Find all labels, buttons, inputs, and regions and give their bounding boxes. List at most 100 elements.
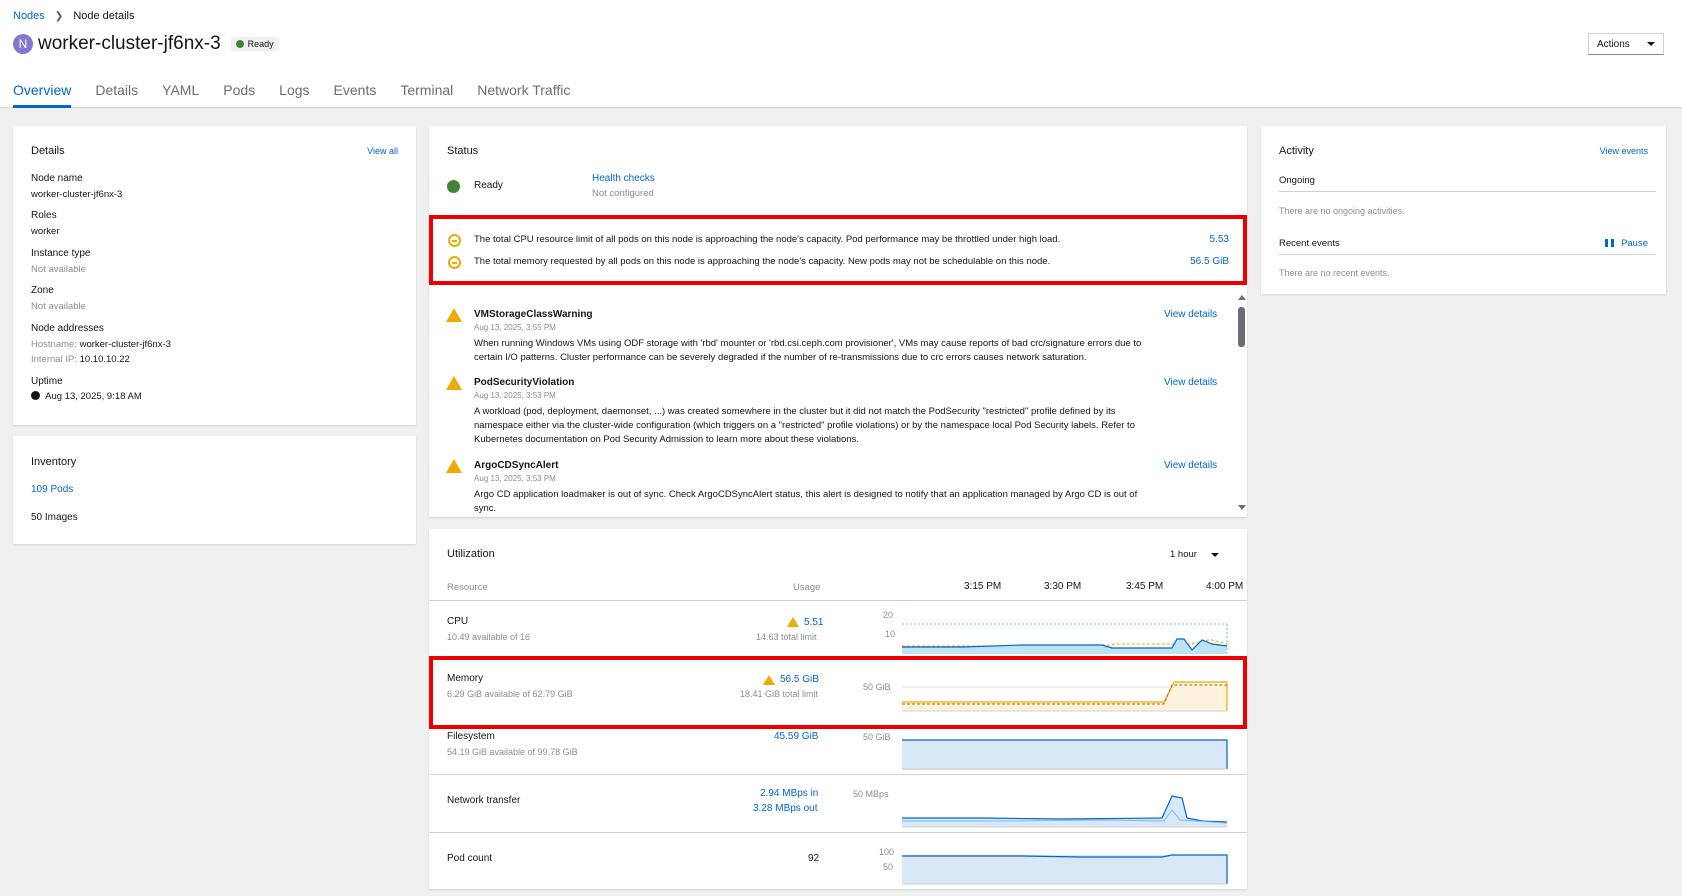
images-count: 50 Images [31, 512, 78, 523]
event-time: Aug 13, 2025, 3:53 PM [474, 391, 556, 400]
status-title: Status [447, 145, 479, 157]
ready-label: Ready [474, 180, 503, 191]
network-transfer-label: Network transfer [447, 795, 521, 806]
event-name: VMStorageClassWarning [474, 309, 593, 320]
tab-logs[interactable]: Logs [279, 82, 309, 107]
row-divider [429, 774, 1247, 775]
event-name: ArgoCDSyncAlert [474, 460, 559, 471]
memory-request-alert-value[interactable]: 56.5 GiB [1190, 256, 1229, 267]
health-checks-link[interactable]: Health checks [592, 173, 655, 184]
view-details-link[interactable]: View details [1164, 377, 1217, 388]
inventory-title: Inventory [31, 456, 77, 468]
ongoing-label: Ongoing [1279, 175, 1315, 186]
actions-label: Actions [1597, 38, 1630, 50]
cpu-total-limit: 14.63 total limit [756, 632, 817, 642]
tab-bar: Overview Details YAML Pods Logs Events T… [13, 82, 594, 108]
instance-type-label: Instance type [31, 248, 91, 259]
ongoing-divider [1279, 191, 1656, 192]
tab-pods[interactable]: Pods [223, 82, 255, 107]
pod-count-value: 92 [808, 853, 820, 864]
cpu-usage-value[interactable]: 5.51 [804, 617, 823, 628]
recent-divider [1279, 254, 1656, 255]
pause-button[interactable]: Pause [1605, 238, 1648, 249]
time-axis-label: 3:30 PM [1044, 581, 1082, 592]
warning-triangle-icon [446, 376, 462, 390]
view-all-link[interactable]: View all [367, 146, 398, 156]
caret-down-icon [1210, 552, 1219, 557]
tab-overview[interactable]: Overview [13, 82, 72, 108]
breadcrumb-nodes-link[interactable]: Nodes [13, 10, 45, 22]
filesystem-tick-label: 50 GiB [863, 732, 891, 742]
tab-details[interactable]: Details [95, 82, 138, 107]
pod-count-tick-label: 100 [879, 847, 895, 857]
alerts-event-list[interactable]: VMStorageClassWarning Aug 13, 2025, 3:55… [429, 292, 1247, 517]
cpu-limit-alert-text: The total CPU resource limit of all pods… [474, 234, 1061, 245]
resource-column-header: Resource [447, 582, 488, 593]
event-description: Argo CD application loadmaker is out of … [474, 489, 1138, 514]
details-card: Details View all Node name worker-cluste… [13, 126, 416, 425]
warning-triangle-icon [787, 617, 799, 627]
scroll-down-icon[interactable] [1238, 505, 1246, 510]
warning-circle-icon [448, 234, 461, 247]
network-tick-label: 50 MBps [853, 789, 889, 799]
memory-row-highlight [429, 656, 1247, 729]
breadcrumb-current: Node details [73, 10, 135, 22]
time-axis-label: 3:15 PM [964, 581, 1002, 592]
uptime-row: Aug 13, 2025, 9:18 AM [31, 391, 142, 402]
filesystem-sparkline [902, 739, 1228, 770]
utilization-title: Utilization [447, 548, 495, 560]
view-details-link[interactable]: View details [1164, 309, 1217, 320]
pods-link[interactable]: 109 Pods [31, 484, 73, 495]
cpu-tick-label: 10 [885, 629, 896, 639]
pause-icon [1605, 239, 1615, 247]
network-out-value[interactable]: 3.28 MBps out [753, 803, 817, 814]
warning-circle-icon [448, 256, 461, 269]
pod-count-tick-label: 50 [883, 862, 894, 872]
utilization-header-divider [429, 600, 1247, 601]
ready-check-icon [447, 180, 460, 193]
chevron-right-icon: ❯ [54, 11, 64, 22]
cpu-limit-alert-value[interactable]: 5.53 [1210, 234, 1229, 245]
uptime-label: Uptime [31, 376, 63, 387]
inventory-card: Inventory 109 Pods 50 Images [13, 436, 416, 544]
scroll-up-icon[interactable] [1238, 295, 1246, 300]
internal-ip-key: Internal IP: [31, 354, 77, 365]
details-title: Details [31, 145, 65, 157]
recent-events-label: Recent events [1279, 238, 1340, 249]
time-range-label: 1 hour [1170, 549, 1197, 560]
tab-events[interactable]: Events [334, 82, 377, 107]
view-details-link[interactable]: View details [1164, 460, 1217, 471]
tab-yaml[interactable]: YAML [162, 82, 199, 107]
filesystem-available: 54.19 GiB available of 99.78 GiB [447, 747, 578, 757]
actions-dropdown[interactable]: Actions [1588, 33, 1664, 55]
internal-ip-row: Internal IP: 10.10.10.22 [31, 354, 130, 365]
ongoing-empty-text: There are no ongoing activities. [1279, 206, 1405, 216]
activity-title: Activity [1279, 145, 1314, 157]
roles-value: worker [31, 226, 60, 237]
event-name: PodSecurityViolation [474, 377, 575, 388]
network-in-value[interactable]: 2.94 MBps in [760, 788, 818, 799]
time-axis-label: 4:00 PM [1206, 581, 1244, 592]
scrollbar-thumb[interactable] [1238, 307, 1245, 347]
tab-terminal[interactable]: Terminal [400, 82, 453, 107]
time-axis-label: 3:45 PM [1126, 581, 1164, 592]
uptime-value: Aug 13, 2025, 9:18 AM [45, 391, 142, 402]
activity-card: Activity View events Ongoing There are n… [1261, 126, 1666, 294]
caret-down-icon [1647, 42, 1655, 46]
pod-count-sparkline [902, 854, 1228, 885]
time-range-dropdown[interactable]: 1 hour [1170, 549, 1219, 560]
status-badge: Ready [230, 37, 279, 51]
view-events-link[interactable]: View events [1600, 146, 1648, 156]
breadcrumb: Nodes ❯ Node details [13, 10, 134, 22]
hostname-value: worker-cluster-jf6nx-3 [79, 339, 171, 350]
warning-triangle-icon [446, 459, 462, 473]
hostname-key: Hostname: [31, 339, 77, 350]
event-time: Aug 13, 2025, 3:55 PM [474, 323, 556, 332]
page-title: worker-cluster-jf6nx-3 [38, 33, 221, 54]
recent-empty-text: There are no recent events. [1279, 268, 1390, 278]
filesystem-usage-value[interactable]: 45.59 GiB [774, 731, 818, 742]
pod-count-label: Pod count [447, 853, 493, 864]
network-sparkline [902, 795, 1228, 828]
tab-network-traffic[interactable]: Network Traffic [477, 82, 570, 107]
event-description: When running Windows VMs using ODF stora… [474, 338, 1142, 363]
